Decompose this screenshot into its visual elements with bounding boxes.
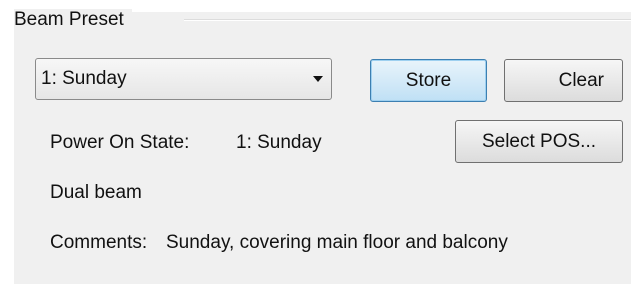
store-button[interactable]: Store	[370, 59, 487, 102]
chevron-down-icon	[313, 76, 323, 82]
comments-label: Comments:	[50, 232, 148, 253]
clear-button[interactable]: Clear	[504, 59, 623, 102]
beam-mode-text: Dual beam	[50, 182, 142, 203]
power-on-state-label: Power On State:	[50, 132, 190, 153]
preset-select[interactable]: 1: Sunday	[35, 58, 332, 100]
select-pos-button[interactable]: Select POS...	[455, 120, 623, 163]
group-border-highlight	[184, 20, 631, 21]
group-title: Beam Preset	[14, 9, 132, 31]
comments-value: Sunday, covering main floor and balcony	[166, 232, 508, 253]
power-on-state-value: 1: Sunday	[236, 132, 322, 153]
preset-select-value: 1: Sunday	[41, 68, 127, 89]
